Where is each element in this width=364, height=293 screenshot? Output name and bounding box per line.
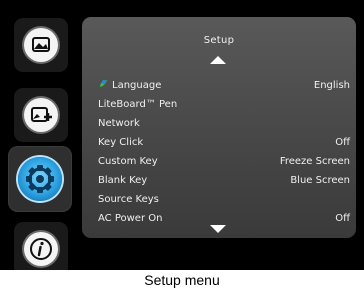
- menu-item-language[interactable]: Language English: [98, 77, 350, 95]
- picture-plus-icon: [24, 98, 58, 132]
- figure-caption: Setup menu: [144, 272, 220, 288]
- tab-info[interactable]: [14, 222, 68, 270]
- menu-item-label: LiteBoard™ Pen: [98, 99, 178, 110]
- menu-item-value: Blue Screen: [290, 175, 350, 186]
- menu-item-label: Custom Key: [98, 156, 158, 167]
- menu-item-liteboard-pen[interactable]: LiteBoard™ Pen: [98, 96, 350, 114]
- menu-item-label: Source Keys: [98, 194, 159, 205]
- tab-picture-advanced[interactable]: [14, 88, 68, 142]
- menu-item-value: Off: [335, 213, 350, 224]
- info-icon: [24, 232, 58, 266]
- menu-item-key-click[interactable]: Key Click Off: [98, 134, 350, 152]
- menu-title: Setup: [203, 35, 235, 46]
- menu-item-value: Freeze Screen: [279, 156, 350, 167]
- menu-item-label: AC Power On: [98, 213, 163, 224]
- picture-icon: [24, 28, 58, 62]
- language-icon: [98, 78, 109, 89]
- menu-item-value: Off: [335, 137, 350, 148]
- menu-item-label: Network: [98, 118, 140, 129]
- menu-item-value: English: [313, 80, 350, 91]
- menu-item-source-keys[interactable]: Source Keys: [98, 191, 350, 209]
- tab-picture[interactable]: [14, 18, 68, 72]
- scroll-down-arrow-icon[interactable]: [210, 225, 226, 233]
- scroll-up-arrow-icon[interactable]: [210, 56, 226, 64]
- settings-gear-icon: [18, 157, 62, 201]
- menu-item-label: Key Click: [98, 137, 144, 148]
- setup-menu-panel: Setup Language English LiteBoard™ Pen Ne…: [82, 17, 356, 238]
- menu-item-custom-key[interactable]: Custom Key Freeze Screen: [98, 153, 350, 171]
- menu-item-label: Language: [112, 80, 162, 91]
- menu-item-label: Blank Key: [98, 175, 148, 186]
- menu-item-network[interactable]: Network: [98, 115, 350, 133]
- projector-osd-screen: Setup Language English LiteBoard™ Pen Ne…: [0, 0, 364, 270]
- menu-tab-rail: [0, 0, 90, 270]
- tab-setup[interactable]: [8, 146, 72, 212]
- menu-item-blank-key[interactable]: Blank Key Blue Screen: [98, 172, 350, 190]
